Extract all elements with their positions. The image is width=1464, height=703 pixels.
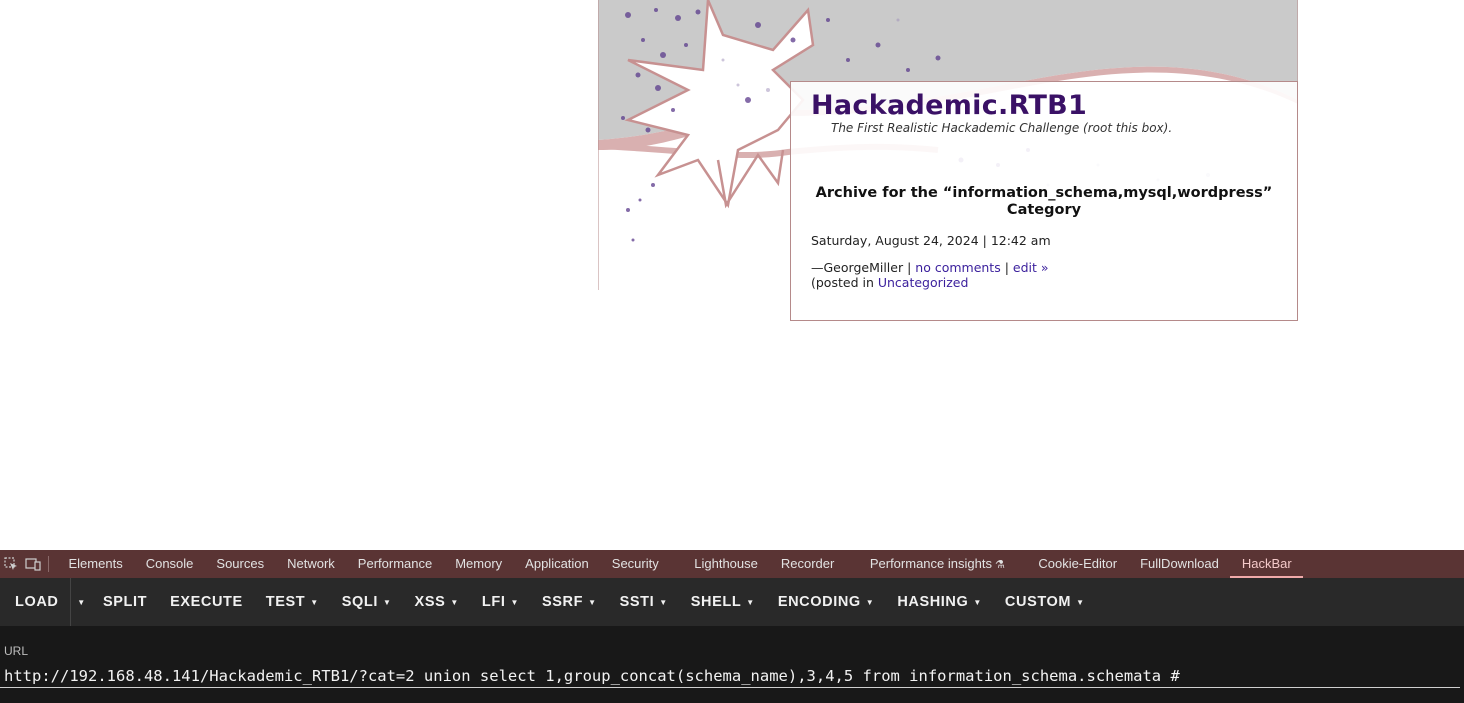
tab-cookie-editor[interactable]: Cookie-Editor bbox=[1016, 550, 1128, 578]
meta-separator: | bbox=[1000, 260, 1013, 275]
tab-console[interactable]: Console bbox=[134, 550, 205, 578]
tab-hackbar[interactable]: HackBar bbox=[1230, 550, 1304, 578]
split-button[interactable]: SPLIT bbox=[91, 578, 158, 626]
chevron-down-icon: ▼ bbox=[1076, 597, 1085, 607]
chevron-down-icon: ▼ bbox=[77, 597, 86, 607]
encoding-menu-label: ENCODING bbox=[777, 594, 861, 610]
shell-menu-label: SHELL bbox=[690, 594, 742, 610]
ssti-menu-button[interactable]: SSTI ▼ bbox=[608, 578, 679, 626]
lfi-menu-button[interactable]: LFI ▼ bbox=[470, 578, 530, 626]
hashing-menu-button[interactable]: HASHING ▼ bbox=[886, 578, 994, 626]
shell-menu-button[interactable]: SHELL ▼ bbox=[679, 578, 766, 626]
blog-title[interactable]: Hackademic.RTB1 bbox=[811, 90, 1087, 121]
hashing-menu-label: HASHING bbox=[897, 594, 969, 610]
comments-link[interactable]: no comments bbox=[915, 260, 1000, 275]
tab-performance[interactable]: Performance bbox=[346, 550, 443, 578]
category-link[interactable]: Uncategorized bbox=[878, 275, 969, 290]
post-author: —GeorgeMiller bbox=[811, 260, 904, 275]
chevron-down-icon: ▼ bbox=[588, 597, 597, 607]
chevron-down-icon: ▼ bbox=[310, 597, 319, 607]
sqli-menu-label: SQLI bbox=[341, 594, 379, 610]
chevron-down-icon: ▼ bbox=[973, 597, 982, 607]
content-box: Hackademic.RTB1 The First Realistic Hack… bbox=[790, 81, 1298, 321]
tab-fulldownload[interactable]: FullDownload bbox=[1129, 550, 1231, 578]
tab-sources[interactable]: Sources bbox=[205, 550, 276, 578]
blog-description: The First Realistic Hackademic Challenge… bbox=[831, 121, 1173, 135]
posted-in-label: (posted in bbox=[811, 275, 878, 290]
tab-lighthouse[interactable]: Lighthouse bbox=[670, 550, 769, 578]
web-page: Hackademic.RTB1 The First Realistic Hack… bbox=[0, 0, 1464, 550]
device-toolbar-icon[interactable] bbox=[22, 550, 44, 578]
ssrf-menu-button[interactable]: SSRF ▼ bbox=[530, 578, 608, 626]
encoding-menu-button[interactable]: ENCODING ▼ bbox=[766, 578, 885, 626]
ssrf-menu-label: SSRF bbox=[541, 594, 584, 610]
lfi-menu-label: LFI bbox=[481, 594, 506, 610]
test-menu-label: TEST bbox=[265, 594, 306, 610]
edit-link[interactable]: edit » bbox=[1013, 260, 1049, 275]
tab-performance-insights-label: Performance insights bbox=[869, 556, 992, 571]
xss-menu-label: XSS bbox=[414, 594, 446, 610]
chevron-down-icon: ▼ bbox=[383, 597, 392, 607]
chevron-down-icon: ▼ bbox=[510, 597, 519, 607]
inspect-element-icon[interactable] bbox=[0, 550, 22, 578]
xss-menu-button[interactable]: XSS ▼ bbox=[403, 578, 470, 626]
url-label: URL bbox=[4, 644, 29, 658]
url-input[interactable] bbox=[0, 664, 1460, 688]
flask-icon: ⚗ bbox=[994, 559, 1005, 571]
tab-network[interactable]: Network bbox=[276, 550, 347, 578]
tab-performance-insights[interactable]: Performance insights ⚗ bbox=[846, 550, 1017, 578]
chevron-down-icon: ▼ bbox=[865, 597, 875, 607]
test-menu-button[interactable]: TEST ▼ bbox=[254, 578, 330, 626]
tabbar-divider bbox=[48, 556, 49, 572]
load-dropdown-button[interactable]: ▼ bbox=[70, 578, 91, 626]
sqli-menu-button[interactable]: SQLI ▼ bbox=[330, 578, 403, 626]
post-meta: —GeorgeMiller | no comments | edit » (po… bbox=[811, 260, 1049, 290]
post-date: Saturday, August 24, 2024 | 12:42 am bbox=[811, 233, 1051, 248]
devtools-panel: Elements Console Sources Network Perform… bbox=[0, 550, 1464, 703]
custom-menu-label: CUSTOM bbox=[1004, 594, 1072, 610]
load-button[interactable]: LOAD bbox=[0, 578, 70, 626]
tab-application[interactable]: Application bbox=[514, 550, 601, 578]
tab-elements[interactable]: Elements bbox=[57, 550, 134, 578]
ssti-menu-label: SSTI bbox=[619, 594, 655, 610]
archive-heading: Archive for the “information_schema,mysq… bbox=[815, 185, 1273, 218]
meta-separator: | bbox=[903, 260, 916, 275]
tab-memory[interactable]: Memory bbox=[444, 550, 514, 578]
custom-menu-button[interactable]: CUSTOM ▼ bbox=[993, 578, 1096, 626]
hackbar-toolbar: LOAD ▼ SPLIT EXECUTE TEST ▼ SQLI ▼ XSS ▼ LF… bbox=[0, 578, 1464, 626]
chevron-down-icon: ▼ bbox=[659, 597, 668, 607]
execute-button[interactable]: EXECUTE bbox=[159, 578, 255, 626]
chevron-down-icon: ▼ bbox=[450, 597, 459, 607]
devtools-tabbar: Elements Console Sources Network Perform… bbox=[0, 550, 1464, 578]
chevron-down-icon: ▼ bbox=[746, 597, 755, 607]
tab-security[interactable]: Security bbox=[600, 550, 670, 578]
tab-recorder[interactable]: Recorder bbox=[769, 550, 845, 578]
